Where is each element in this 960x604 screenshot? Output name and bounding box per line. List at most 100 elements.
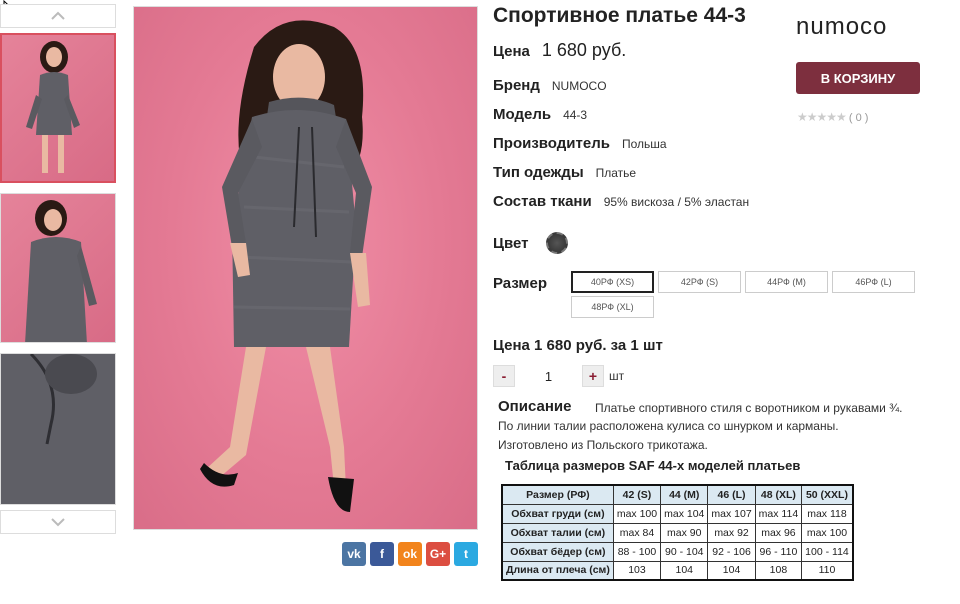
size-table-cell: 88 - 100 — [612, 541, 662, 562]
size-table-header-cell: 50 (XXL) — [801, 484, 854, 505]
size-table-row-label: Обхват талии (см) — [501, 522, 614, 543]
product-photo-model — [200, 20, 372, 512]
size-table-cell: max 104 — [660, 503, 709, 524]
total-price: Цена 1 680 руб. за 1 шт — [493, 337, 663, 354]
social-share-bar: vk f ok G+ t — [342, 542, 478, 566]
brand-label: Бренд — [493, 77, 540, 94]
size-table-cell: 100 - 114 — [801, 541, 854, 562]
size-table-row: Обхват талии (см) max 84 max 90 max 92 max 9… — [501, 522, 854, 543]
thumbnail-3[interactable] — [0, 353, 116, 505]
price-label: Цена — [493, 43, 530, 60]
color-swatch-gray[interactable] — [546, 232, 569, 254]
size-table-cell: max 118 — [801, 503, 854, 524]
size-table-title: Таблица размеров SAF 44-х моделей платье… — [505, 458, 801, 473]
thumbnail-1[interactable] — [0, 33, 116, 183]
chevron-down-icon — [51, 518, 65, 527]
size-table-cell: 104 — [707, 560, 756, 581]
model-row: Модель 44-3 — [493, 106, 587, 123]
rating-stars-icon[interactable]: ★★★★★ — [797, 110, 847, 124]
brand-logo: numoco — [796, 13, 920, 45]
size-table-cell: 103 — [612, 560, 662, 581]
thumbnail-gallery — [0, 0, 118, 604]
size-table-cell: max 114 — [754, 503, 803, 524]
size-option[interactable]: 46РФ (L) — [832, 271, 915, 293]
size-option[interactable]: 48РФ (XL) — [571, 296, 654, 318]
size-row: Размер — [493, 275, 547, 292]
quantity-unit: шт — [609, 369, 625, 383]
size-table-cell: max 100 — [612, 503, 662, 524]
size-table-cell: 96 - 110 — [754, 541, 803, 562]
thumbnail-scroll-up-button[interactable] — [0, 4, 116, 28]
price-row: Цена 1 680 руб. — [493, 40, 626, 61]
rating-count: ( 0 ) — [848, 112, 869, 124]
size-table-cell: 90 - 104 — [660, 541, 709, 562]
thumbnail-3-image — [1, 354, 115, 504]
size-table-header-cell: 44 (M) — [660, 484, 709, 505]
odnoklassniki-share-icon[interactable]: ok — [398, 542, 422, 566]
size-table-row: Обхват бёдер (см) 88 - 100 90 - 104 92 - 10… — [501, 541, 854, 562]
brand-value: NUMOCO — [551, 79, 607, 93]
size-table-row: Длина от плеча (см) 103 104 104 108 110 — [501, 560, 854, 581]
description-line-1: Платье спортивного стиля с воротником и … — [595, 401, 903, 415]
size-option[interactable]: 40РФ (XS) — [571, 271, 654, 293]
svg-text:numoco: numoco — [796, 14, 887, 38]
model-label: Модель — [493, 106, 552, 123]
rating[interactable]: ★★★★★ ( 0 ) — [797, 110, 868, 124]
type-value: Платье — [595, 166, 637, 180]
description-heading: Описание — [498, 398, 572, 415]
quantity-decrease-button[interactable]: - — [493, 365, 515, 387]
size-table-header-cell: 46 (L) — [707, 484, 756, 505]
maker-label: Производитель — [493, 135, 610, 152]
twitter-share-icon[interactable]: t — [454, 542, 478, 566]
maker-value: Польша — [621, 137, 667, 151]
google-plus-share-icon[interactable]: G+ — [426, 542, 450, 566]
size-table-row-label: Обхват бёдер (см) — [501, 541, 614, 562]
size-label: Размер — [493, 275, 548, 292]
size-table-cell: max 100 — [801, 522, 854, 543]
facebook-share-icon[interactable]: f — [370, 542, 394, 566]
size-table-header-cell: 42 (S) — [612, 484, 662, 505]
color-label: Цвет — [493, 234, 529, 252]
size-table-row-label: Обхват груди (см) — [501, 503, 614, 524]
size-table: Размер (РФ) 42 (S) 44 (M) 46 (L) 48 (XL) 50 (… — [501, 484, 854, 581]
vk-share-icon[interactable]: vk — [342, 542, 366, 566]
description-line-2: По линии талии расположена кулиса со шну… — [498, 419, 839, 433]
size-table-cell: 108 — [754, 560, 803, 581]
size-table-row: Обхват груди (см) max 100 max 104 max 107 ma… — [501, 503, 854, 524]
description-line-3: Изготовлено из Польского трикотажа. — [498, 438, 708, 452]
maker-row: Производитель Польша — [493, 135, 667, 152]
quantity-increase-button[interactable]: + — [582, 365, 604, 387]
size-table-header-cell: Размер (РФ) — [501, 484, 614, 505]
size-options: 40РФ (XS) 42РФ (S) 44РФ (M) 46РФ (L) 48РФ (X… — [571, 271, 921, 318]
size-table-row-label: Длина от плеча (см) — [501, 560, 614, 581]
fabric-label: Состав ткани — [493, 193, 592, 210]
size-table-cell: max 84 — [612, 522, 662, 543]
size-table-cell: max 107 — [707, 503, 756, 524]
size-table-cell: max 90 — [660, 522, 709, 543]
add-to-cart-button[interactable]: В КОРЗИНУ — [796, 62, 920, 94]
numoco-logo: numoco — [796, 13, 887, 40]
quantity-input[interactable]: 1 — [515, 369, 582, 384]
price-value: 1 680 руб. — [541, 40, 627, 60]
thumbnail-1-image — [26, 41, 80, 173]
thumbnail-2[interactable] — [0, 193, 116, 343]
thumbnail-scroll-down-button[interactable] — [0, 510, 116, 534]
size-table-cell: max 96 — [754, 522, 803, 543]
model-value: 44-3 — [563, 108, 588, 122]
type-label: Тип одежды — [493, 164, 584, 181]
chevron-up-icon — [51, 11, 65, 20]
main-product-image[interactable] — [133, 6, 478, 530]
product-title: Спортивное платье 44-3 — [493, 4, 746, 27]
size-table-cell: 92 - 106 — [707, 541, 756, 562]
type-row: Тип одежды Платье — [493, 164, 636, 181]
size-table-header-cell: 48 (XL) — [754, 484, 803, 505]
fabric-value: 95% вискоза / 5% эластан — [603, 195, 750, 209]
fabric-row: Состав ткани 95% вискоза / 5% эластан — [493, 193, 749, 210]
size-option[interactable]: 42РФ (S) — [658, 271, 741, 293]
size-table-cell: 110 — [801, 560, 854, 581]
quantity-stepper: - 1 + шт — [493, 365, 624, 387]
color-row: Цвет — [493, 232, 569, 254]
size-option[interactable]: 44РФ (M) — [745, 271, 828, 293]
size-table-cell: 104 — [660, 560, 709, 581]
size-table-cell: max 92 — [707, 522, 756, 543]
